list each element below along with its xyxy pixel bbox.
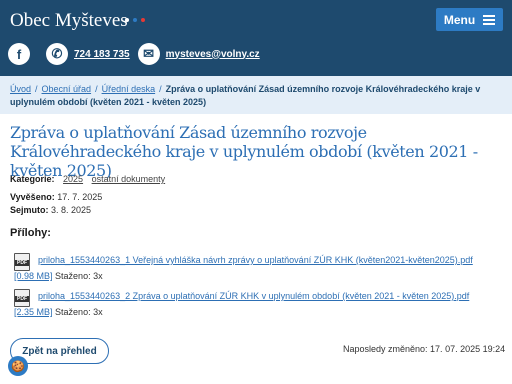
contact-row: f ✆ 724 183 735 ✉ mysteves@volny.cz — [8, 42, 260, 66]
menu-label: Menu — [443, 12, 476, 27]
hamburger-icon — [483, 14, 496, 25]
removed-label: Sejmuto: — [10, 205, 49, 215]
posted-row: Vyvěšeno: 17. 7. 2025 — [10, 192, 102, 202]
attachment-downloads: Staženo: 3x — [55, 271, 103, 281]
breadcrumb-item-uvod[interactable]: Úvod — [10, 84, 31, 94]
site-header: Obec Myšteves Menu f ✆ 724 183 735 ✉ mys… — [0, 0, 512, 76]
breadcrumb-item-uredni-deska[interactable]: Úřední deska — [102, 84, 156, 94]
pdf-icon: PDF — [14, 289, 30, 307]
attachment-meta: [2.35 MB] Staženo: 3x — [14, 307, 103, 317]
decor-dot — [141, 18, 145, 22]
breadcrumb-separator: / — [35, 84, 38, 94]
last-changed-text: Naposledy změněno: 17. 07. 2025 19:24 — [343, 344, 506, 354]
pdf-icon: PDF — [14, 253, 30, 271]
attachment-meta: [0.98 MB] Staženo: 3x — [14, 271, 103, 281]
breadcrumb-separator: / — [159, 84, 162, 94]
category-link-2025[interactable]: 2025 — [63, 174, 83, 184]
breadcrumb-separator: / — [95, 84, 98, 94]
decor-dot — [125, 18, 129, 22]
removed-row: Sejmuto: 3. 8. 2025 — [10, 205, 91, 215]
page-title: Zpráva o uplatňování Zásad územního rozv… — [10, 123, 478, 180]
categories-label: Kategorie: — [10, 174, 55, 184]
attachment-size[interactable]: [2.35 MB] — [14, 307, 53, 317]
posted-date: 17. 7. 2025 — [57, 192, 103, 202]
cookie-icon[interactable]: 🍪 — [8, 356, 28, 376]
phone-link[interactable]: 724 183 735 — [74, 49, 130, 60]
attachments-heading: Přílohy: — [10, 227, 51, 239]
attachment-downloads: Staženo: 3x — [55, 307, 103, 317]
category-link-ostatni[interactable]: ostatní dokumenty — [92, 174, 166, 184]
posted-label: Vyvěšeno: — [10, 192, 55, 202]
attachment-size[interactable]: [0.98 MB] — [14, 271, 53, 281]
removed-date: 3. 8. 2025 — [51, 205, 92, 215]
email-link[interactable]: mysteves@volny.cz — [166, 49, 260, 60]
attachment-link[interactable]: priloha_1553440263_1 Veřejná vyhláška ná… — [38, 255, 473, 265]
attachment-link[interactable]: priloha_1553440263_2 Zpráva o uplatňován… — [38, 291, 469, 301]
breadcrumb: Úvod / Obecní úřad / Úřední deska / Zpráva o u… — [0, 76, 512, 114]
phone-icon: ✆ — [46, 43, 68, 65]
menu-button[interactable]: Menu — [436, 8, 503, 31]
facebook-icon[interactable]: f — [8, 43, 30, 65]
breadcrumb-item-obecni-urad[interactable]: Obecní úřad — [42, 84, 92, 94]
categories-row: Kategorie: 2025 ostatní dokumenty — [10, 174, 165, 184]
decor-dot — [133, 18, 137, 22]
title-dots — [125, 18, 145, 22]
site-title[interactable]: Obec Myšteves — [10, 10, 128, 32]
email-icon: ✉ — [137, 43, 160, 65]
